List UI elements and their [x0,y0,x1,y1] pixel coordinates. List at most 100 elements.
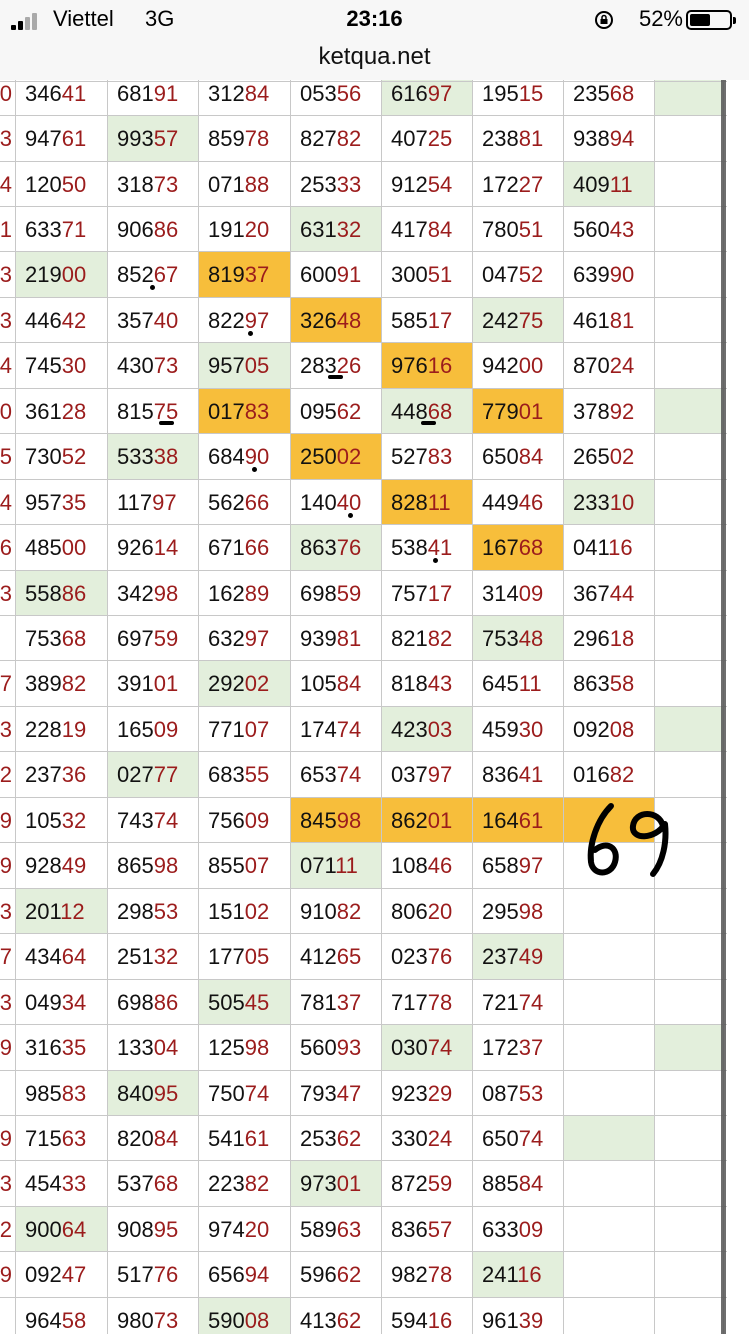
table-row: 3 21900 85267 81937 60091 30051 04752 63990 [0,251,749,298]
table-row: 3 55886 34298 16289 69859 75717 31409 36744 [0,569,749,616]
result-cell: 44642 [15,297,107,343]
clock: 23:16 [346,6,403,31]
result-cell: 45930 [472,706,563,752]
result-cell: 98073 [107,1297,198,1334]
result-cell [654,388,724,434]
row-stub-digit: 0 [0,389,15,434]
result-cell [654,1252,724,1298]
row-stub-digit: 4 [0,162,15,207]
toolbar-divider [0,81,749,82]
result-cell: 52783 [381,434,472,480]
result-cell: 98278 [381,1252,472,1298]
result-cell: 90064 [15,1206,107,1252]
result-cell: 25362 [290,1115,381,1161]
result-cell [654,934,724,980]
result-cell: 23736 [15,752,107,798]
result-cell: 23310 [563,479,654,525]
result-cell: 16461 [472,797,563,843]
table-row: 9 71563 82084 54161 25362 33024 65074 [0,1114,749,1161]
result-cell: 37892 [563,388,654,434]
result-cell: 78137 [290,979,381,1025]
pen-mark [159,420,174,425]
result-cell: 25333 [290,161,381,207]
result-cell [654,161,724,207]
result-cell: 65084 [472,434,563,480]
result-cell: 54161 [198,1115,290,1161]
result-cell: 65694 [198,1252,290,1298]
result-cell: 56093 [290,1025,381,1071]
result-cell [654,888,724,934]
result-cell: 75717 [381,570,472,616]
result-cell: 78051 [472,206,563,252]
result-cell: 04934 [15,979,107,1025]
row-stub-digit: 3 [0,889,15,934]
battery-percent: 52% [638,6,683,31]
result-cell: 31409 [472,570,563,616]
table-row: 9 09247 51776 65694 59662 98278 24116 [0,1251,749,1298]
result-cell: 71778 [381,979,472,1025]
result-cell: 77901 [472,388,563,434]
row-stub-digit: 9 [0,798,15,843]
results-table: 0 34641 68191 31284 05356 61697 19515 23568 3 947… [0,70,749,1334]
table-row: 0 36128 81575 01783 09562 44868 77901 37892 [0,387,749,434]
result-cell: 13304 [107,1025,198,1071]
result-cell: 90686 [107,206,198,252]
result-cell [654,1070,724,1116]
result-cell: 96458 [15,1297,107,1334]
address-bar[interactable]: ketqua.net [0,38,749,80]
table-row: 2 23736 02777 68355 65374 03797 83641 01682 [0,751,749,798]
result-cell: 43073 [107,343,198,389]
result-cell: 29598 [472,888,563,934]
row-stub-digit: 3 [0,298,15,343]
table-row: 7 38982 39101 29202 10584 81843 64511 86358 [0,660,749,707]
row-stub-digit: 3 [0,980,15,1025]
result-cell: 63132 [290,206,381,252]
result-cell: 41362 [290,1297,381,1334]
result-cell: 31635 [15,1025,107,1071]
row-stub-digit [0,616,15,661]
result-cell [654,1115,724,1161]
result-cell: 74530 [15,343,107,389]
result-cell: 85267 [107,252,198,298]
result-cell: 41784 [381,206,472,252]
row-stub-digit [0,1071,15,1116]
result-cell: 67166 [198,525,290,571]
result-cell: 10846 [381,843,472,889]
result-cell: 55886 [15,570,107,616]
row-stub-digit: 2 [0,752,15,797]
result-cell: 53768 [107,1161,198,1207]
result-cell: 01682 [563,752,654,798]
result-cell: 17237 [472,1025,563,1071]
result-cell: 84598 [290,797,381,843]
result-cell: 30051 [381,252,472,298]
result-cell: 09208 [563,706,654,752]
result-cell: 53841 [381,525,472,571]
result-cell: 31873 [107,161,198,207]
result-cell: 84095 [107,1070,198,1116]
result-cell: 14040 [290,479,381,525]
scrollbar[interactable] [721,80,726,1334]
result-cell: 91254 [381,161,472,207]
result-cell: 82297 [198,297,290,343]
row-stub-digit: 9 [0,843,15,888]
result-cell: 83657 [381,1206,472,1252]
result-cell: 68490 [198,434,290,480]
result-cell: 42303 [381,706,472,752]
result-cell: 29853 [107,888,198,934]
table-row: 3 22819 16509 77107 17474 42303 45930 09208 [0,705,749,752]
orientation-lock-icon [595,11,613,29]
row-stub-digit: 7 [0,934,15,979]
result-cell [563,934,654,980]
result-cell: 75348 [472,616,563,661]
result-cell: 22382 [198,1161,290,1207]
result-cell: 93981 [290,616,381,661]
result-cell: 86598 [107,843,198,889]
result-cell: 72174 [472,979,563,1025]
result-cell: 82084 [107,1115,198,1161]
result-cell: 09247 [15,1252,107,1298]
result-cell: 69759 [107,616,198,661]
result-cell: 45433 [15,1161,107,1207]
result-cell: 92849 [15,843,107,889]
result-cell: 53338 [107,434,198,480]
result-cell: 25132 [107,934,198,980]
